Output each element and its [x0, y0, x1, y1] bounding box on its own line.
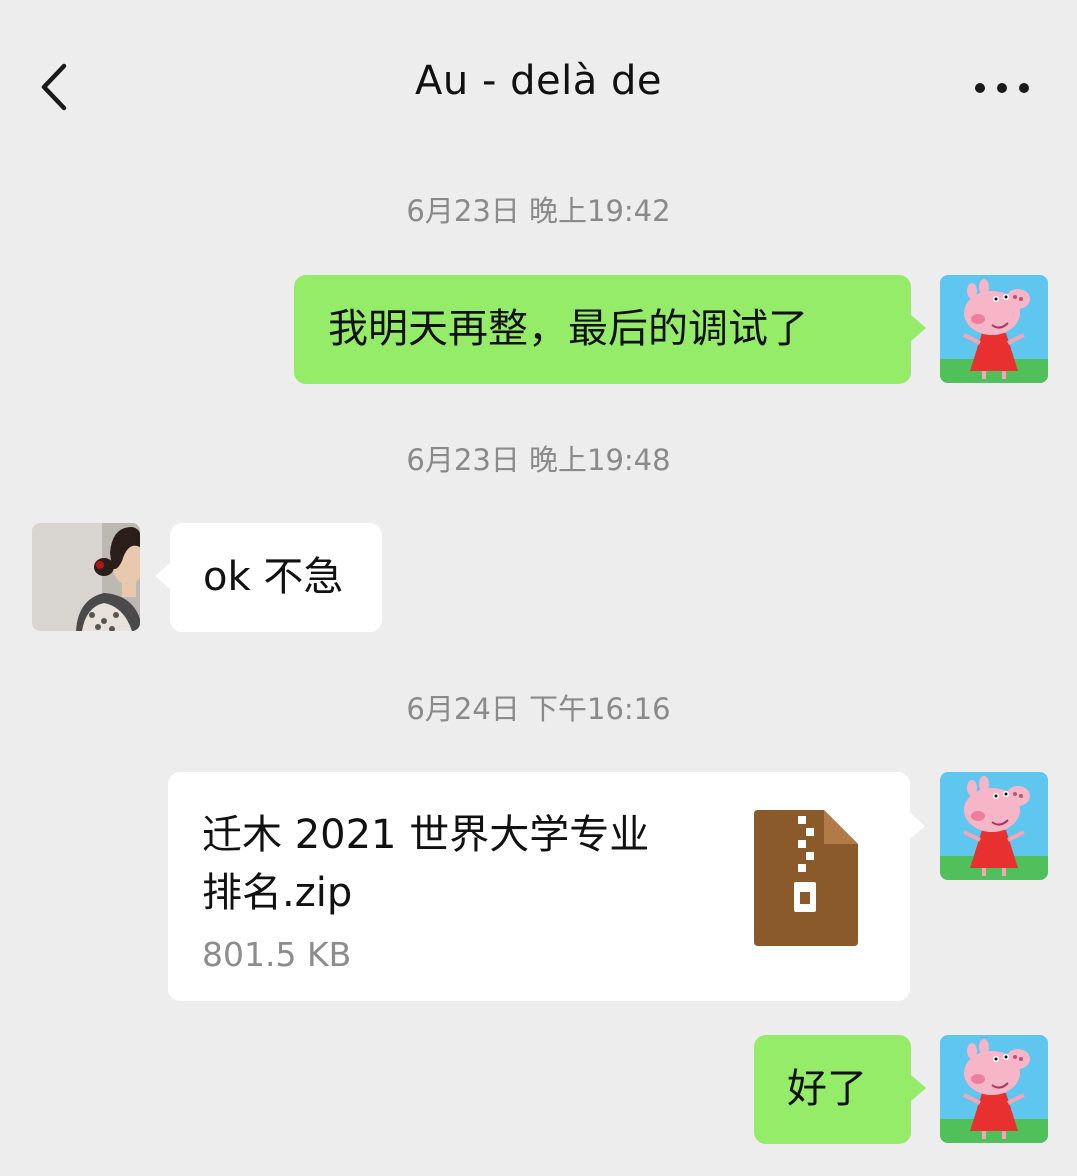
bubble-tail	[910, 1074, 926, 1102]
peppa-pig-icon	[940, 275, 1048, 383]
sent-message-bubble[interactable]: 我明天再整，最后的调试了	[294, 275, 911, 384]
more-options-button[interactable]	[966, 66, 1036, 110]
file-name-line-2: 排名.zip	[202, 870, 353, 916]
contact-avatar[interactable]	[32, 523, 140, 631]
sent-message-bubble[interactable]: 好了	[754, 1035, 911, 1144]
message-text: ok 不急	[203, 554, 344, 600]
file-message-card[interactable]: 迁木 2021 世界大学专业 排名.zip 801.5 KB	[168, 772, 910, 1001]
contact-photo-icon	[32, 523, 140, 631]
file-name-line-1: 迁木 2021 世界大学专业	[202, 812, 650, 858]
bubble-tail	[155, 562, 171, 590]
peppa-pig-icon	[940, 1035, 1048, 1143]
peppa-pig-avatar[interactable]	[940, 275, 1048, 383]
message-text: 好了	[787, 1066, 867, 1112]
message-timestamp: 6月23日 晚上19:42	[406, 194, 671, 228]
zip-file-icon	[754, 810, 858, 946]
file-name: 迁木 2021 世界大学专业 排名.zip	[202, 806, 722, 922]
peppa-pig-icon	[940, 772, 1048, 880]
bubble-tail	[910, 314, 926, 342]
bubble-tail	[909, 812, 925, 840]
chat-header: Au - delà de	[0, 0, 1077, 150]
message-timestamp: 6月23日 晚上19:48	[406, 443, 671, 477]
chat-title: Au - delà de	[415, 58, 662, 104]
file-size: 801.5 KB	[202, 935, 352, 974]
message-text: 我明天再整，最后的调试了	[328, 306, 808, 352]
peppa-pig-avatar[interactable]	[940, 772, 1048, 880]
peppa-pig-avatar[interactable]	[940, 1035, 1048, 1143]
message-timestamp: 6月24日 下午16:16	[406, 692, 671, 726]
more-dots-icon	[975, 83, 1029, 93]
received-message-bubble[interactable]: ok 不急	[170, 523, 382, 632]
